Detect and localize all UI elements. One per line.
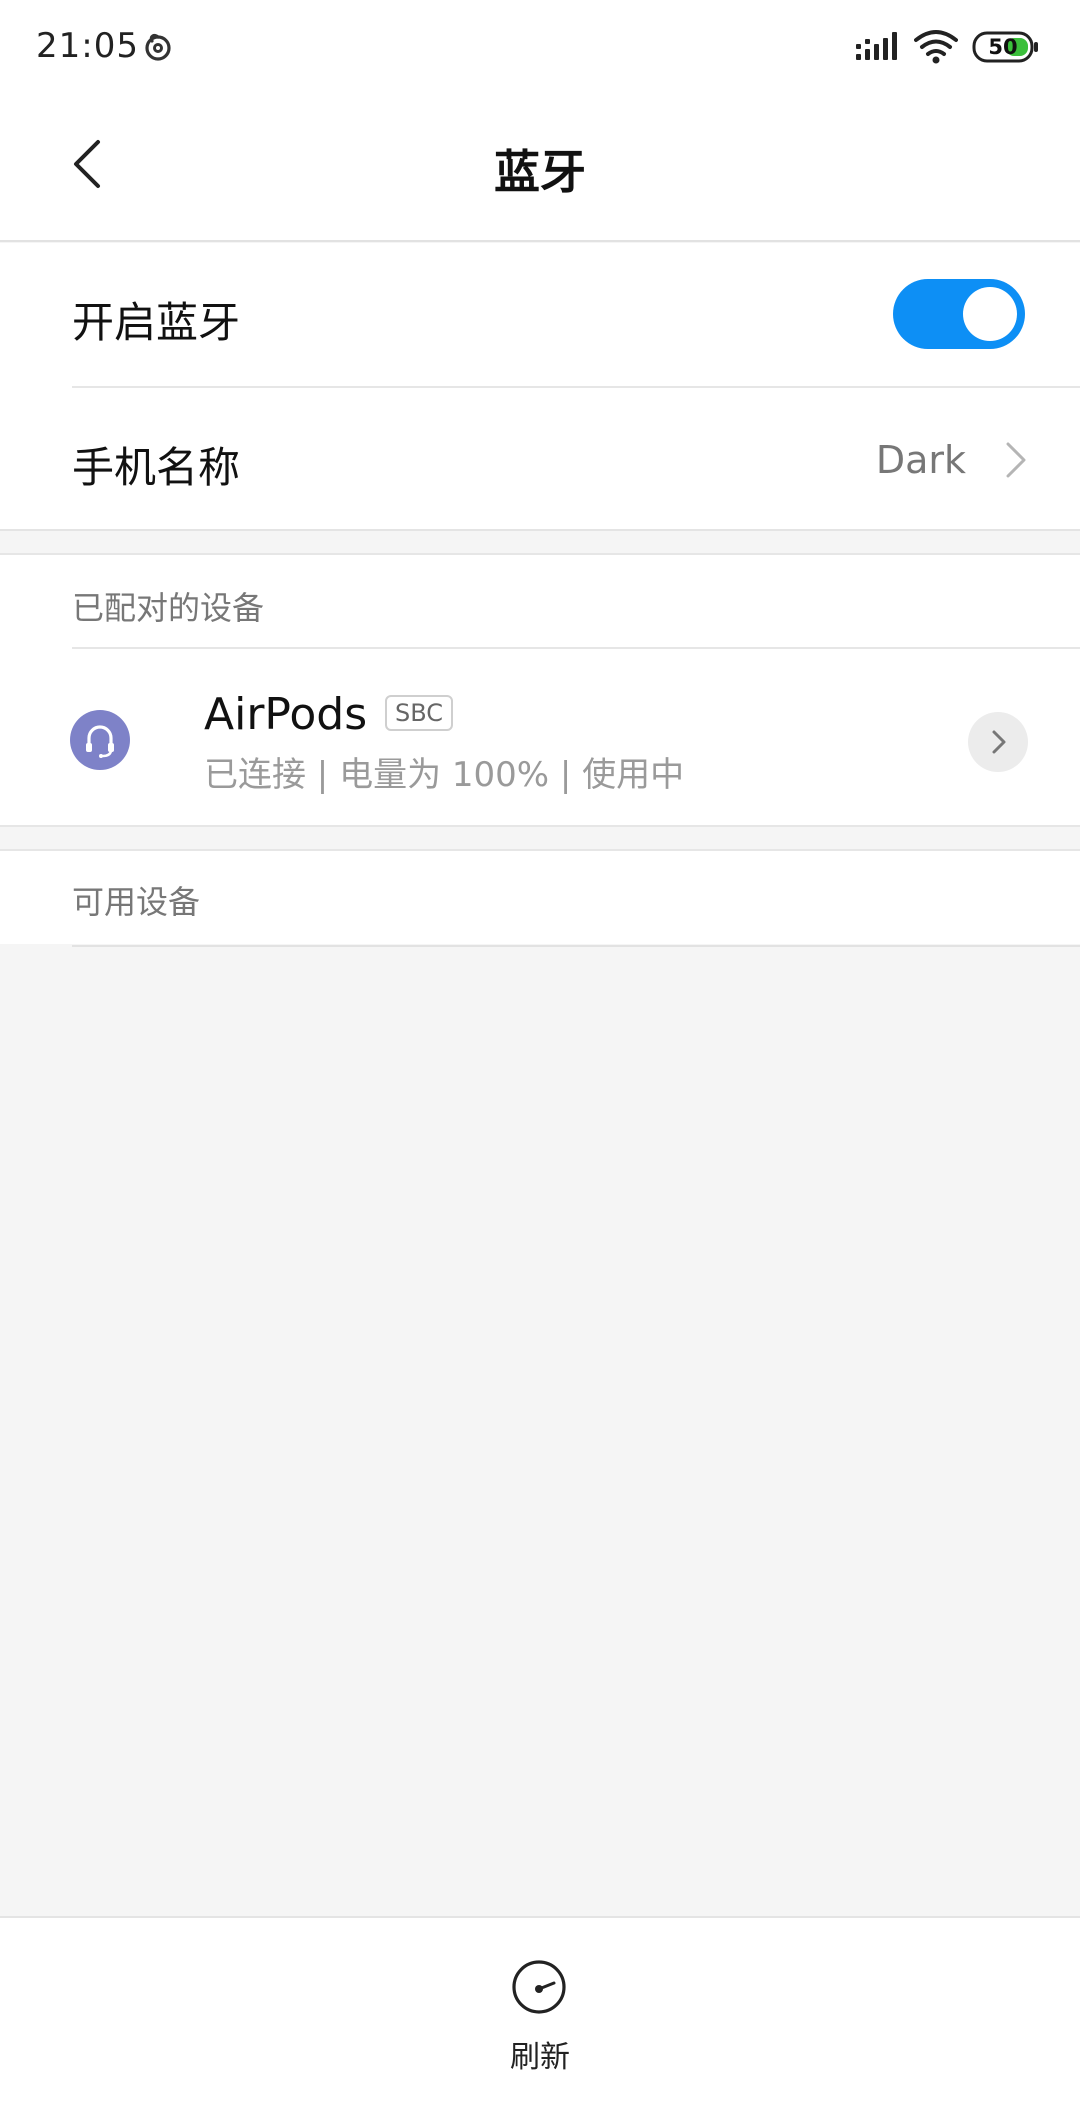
headset-icon — [70, 710, 130, 770]
available-devices-header: 可用设备 — [72, 883, 201, 921]
app-header: 蓝牙 — [0, 96, 1080, 242]
available-devices-card: 可用设备 — [0, 849, 1080, 947]
paired-devices-header: 已配对的设备 — [72, 589, 265, 627]
refresh-icon — [512, 1960, 566, 2014]
bluetooth-settings-card: 开启蓝牙 手机名称 Dark — [0, 243, 1080, 531]
refresh-label: 刷新 — [510, 2040, 570, 2075]
wifi-icon — [914, 30, 958, 64]
chevron-right-icon — [1006, 442, 1026, 478]
bluetooth-toggle-row[interactable]: 开启蓝牙 — [0, 243, 1080, 386]
bluetooth-toggle-switch[interactable] — [893, 279, 1025, 349]
divider — [72, 647, 1080, 649]
phone-name-value: Dark — [875, 438, 966, 482]
phone-name-label: 手机名称 — [72, 443, 241, 492]
divider — [72, 945, 1080, 947]
toggle-knob — [963, 287, 1017, 341]
bluetooth-toggle-label: 开启蓝牙 — [72, 298, 241, 347]
status-time: 21:05 — [36, 26, 139, 66]
phone-name-row[interactable]: 手机名称 Dark — [0, 388, 1080, 531]
device-detail-button[interactable] — [968, 712, 1028, 772]
netease-music-icon — [145, 34, 171, 61]
page-title: 蓝牙 — [494, 145, 586, 199]
battery-level: 50 — [988, 35, 1018, 59]
device-status: 已连接 | 电量为 100% | 使用中 — [204, 755, 685, 795]
chevron-right-icon — [992, 730, 1006, 754]
codec-badge: SBC — [385, 695, 454, 731]
signal-icon — [856, 32, 897, 60]
bottom-bar: 刷新 — [0, 1916, 1080, 2114]
status-bar: 21:05 50 — [0, 0, 1080, 96]
paired-devices-card: 已配对的设备 AirPods SBC 已连接 | 电量为 100% | 使用中 — [0, 553, 1080, 827]
battery-icon: 50 — [972, 30, 1042, 64]
refresh-button[interactable]: 刷新 — [480, 1958, 600, 2088]
device-name: AirPods — [204, 689, 368, 740]
